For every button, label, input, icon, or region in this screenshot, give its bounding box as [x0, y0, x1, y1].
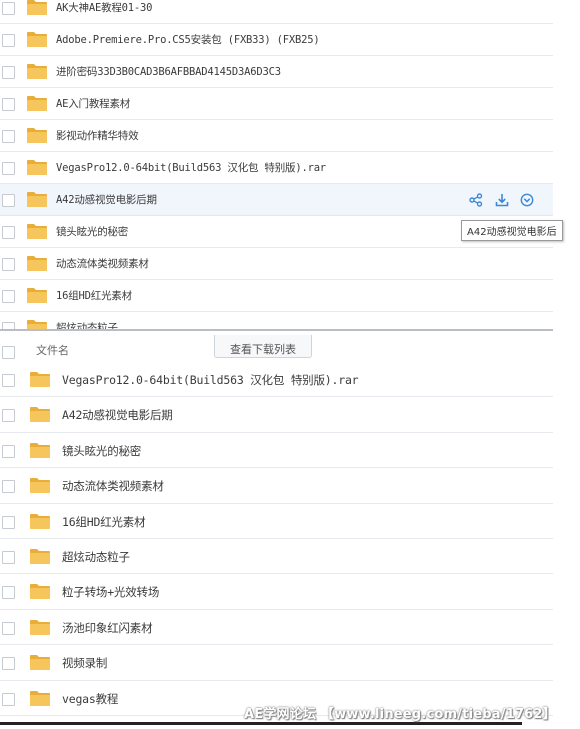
- file-row[interactable]: 动态流体类视频素材: [0, 248, 553, 280]
- folder-icon: [29, 690, 51, 707]
- file-row[interactable]: A42动感视觉电影后期: [0, 184, 553, 216]
- file-name-link[interactable]: 超炫动态粒子: [62, 549, 130, 565]
- file-row[interactable]: 影视动作精华特效: [0, 120, 553, 152]
- folder-icon: [29, 583, 51, 600]
- select-all-checkbox[interactable]: [2, 346, 15, 359]
- file-list-bottom: 文件名 查看下载列表 VegasPro12.0-64bit(Build563 汉…: [0, 331, 553, 720]
- row-checkbox[interactable]: [2, 258, 15, 271]
- row-checkbox[interactable]: [2, 551, 15, 564]
- file-row[interactable]: 动态流体类视频素材: [0, 468, 553, 504]
- list-header: 文件名 查看下载列表: [0, 331, 553, 359]
- file-name-link[interactable]: 动态流体类视频素材: [62, 478, 164, 494]
- row-checkbox[interactable]: [2, 621, 15, 635]
- file-name-link[interactable]: AE入门教程素材: [56, 96, 130, 111]
- file-row[interactable]: 16组HD红光素材: [0, 504, 553, 539]
- folder-icon: [26, 191, 48, 208]
- view-download-list-button[interactable]: 查看下载列表: [214, 335, 312, 358]
- file-name-link[interactable]: 镜头眩光的秘密: [56, 224, 128, 239]
- file-row[interactable]: 汤池印象红闪素材: [0, 610, 553, 646]
- file-row[interactable]: 视频录制: [0, 645, 553, 681]
- file-row[interactable]: 超炫动态粒子: [0, 312, 553, 330]
- download-icon[interactable]: [495, 192, 509, 207]
- file-name-link[interactable]: Adobe.Premiere.Pro.CS5安装包 (FXB33) (FXB25…: [56, 32, 320, 47]
- folder-icon: [29, 406, 51, 423]
- file-name-link[interactable]: A42动感视觉电影后期: [62, 407, 173, 423]
- row-checkbox[interactable]: [2, 409, 15, 423]
- file-name-link[interactable]: VegasPro12.0-64bit(Build563 汉化包 特别版).rar: [62, 372, 359, 388]
- row-checkbox[interactable]: [2, 2, 15, 15]
- folder-icon: [29, 513, 51, 530]
- row-checkbox[interactable]: [2, 66, 15, 79]
- folder-icon: [29, 548, 51, 565]
- file-name-link[interactable]: 粒子转场+光效转场: [62, 584, 159, 600]
- row-checkbox[interactable]: [2, 374, 15, 387]
- folder-icon: [29, 619, 51, 636]
- folder-icon: [26, 127, 48, 144]
- folder-icon: [29, 477, 51, 494]
- row-checkbox[interactable]: [2, 194, 15, 207]
- folder-icon: [29, 371, 51, 388]
- file-row[interactable]: VegasPro12.0-64bit(Build563 汉化包 特别版).rar: [0, 362, 553, 398]
- folder-icon: [26, 31, 48, 48]
- file-name-link[interactable]: AK大神AE教程01-30: [56, 0, 152, 15]
- file-name-link[interactable]: 16组HD红光素材: [62, 514, 146, 530]
- row-checkbox[interactable]: [2, 692, 15, 706]
- row-checkbox[interactable]: [2, 130, 15, 143]
- folder-icon: [29, 442, 51, 459]
- file-row[interactable]: Adobe.Premiere.Pro.CS5安装包 (FXB33) (FXB25…: [0, 24, 553, 56]
- folder-icon: [26, 63, 48, 80]
- row-checkbox[interactable]: [2, 657, 15, 671]
- filename-tooltip: A42动感视觉电影后: [461, 220, 563, 241]
- row-checkbox[interactable]: [2, 34, 15, 47]
- file-row[interactable]: A42动感视觉电影后期: [0, 397, 553, 433]
- row-checkbox[interactable]: [2, 290, 15, 303]
- file-row[interactable]: AE入门教程素材: [0, 88, 553, 120]
- file-row[interactable]: 进阶密码33D3B0CAD3B6AFBBAD4145D3A6D3C3: [0, 56, 553, 88]
- file-name-link[interactable]: 影视动作精华特效: [56, 128, 139, 143]
- file-name-link[interactable]: 进阶密码33D3B0CAD3B6AFBBAD4145D3A6D3C3: [56, 64, 281, 79]
- column-header-filename: 文件名: [36, 344, 69, 357]
- file-row[interactable]: 16组HD红光素材: [0, 280, 553, 312]
- folder-icon: [26, 0, 48, 16]
- row-checkbox[interactable]: [2, 515, 15, 529]
- file-row[interactable]: 粒子转场+光效转场: [0, 574, 553, 610]
- row-checkbox[interactable]: [2, 226, 15, 239]
- row-checkbox[interactable]: [2, 162, 15, 175]
- folder-icon: [26, 255, 48, 272]
- share-icon[interactable]: [469, 192, 483, 207]
- row-checkbox[interactable]: [2, 480, 15, 494]
- row-checkbox[interactable]: [2, 444, 15, 458]
- folder-icon: [26, 159, 48, 176]
- folder-icon: [26, 287, 48, 304]
- file-name-link[interactable]: 动态流体类视频素材: [56, 256, 149, 271]
- file-name-link[interactable]: 汤池印象红闪素材: [62, 620, 153, 636]
- file-name-link[interactable]: 16组HD红光素材: [56, 288, 132, 303]
- more-icon[interactable]: [520, 192, 534, 207]
- footer-bar: [0, 722, 522, 725]
- file-row[interactable]: VegasPro12.0-64bit(Build563 汉化包 特别版).rar: [0, 152, 553, 184]
- forum-watermark: AE学网论坛 【www.lineeg.com/tieba/1762】: [244, 707, 556, 722]
- folder-icon: [26, 95, 48, 112]
- file-row[interactable]: 超炫动态粒子: [0, 539, 553, 575]
- file-row[interactable]: AK大神AE教程01-30: [0, 0, 553, 24]
- folder-icon: [26, 223, 48, 240]
- file-list-top: AK大神AE教程01-30 Adobe.Premiere.Pro.CS5安装包 (…: [0, 0, 553, 330]
- file-name-link[interactable]: 镜头眩光的秘密: [62, 443, 141, 459]
- row-checkbox[interactable]: [2, 98, 15, 111]
- file-name-link[interactable]: VegasPro12.0-64bit(Build563 汉化包 特别版).rar: [56, 160, 326, 175]
- file-name-link[interactable]: 视频录制: [62, 655, 107, 671]
- folder-icon: [29, 654, 51, 671]
- file-row[interactable]: 镜头眩光的秘密: [0, 433, 553, 469]
- row-checkbox[interactable]: [2, 586, 15, 600]
- file-name-link[interactable]: A42动感视觉电影后期: [56, 192, 157, 207]
- file-name-link[interactable]: vegas教程: [62, 691, 118, 707]
